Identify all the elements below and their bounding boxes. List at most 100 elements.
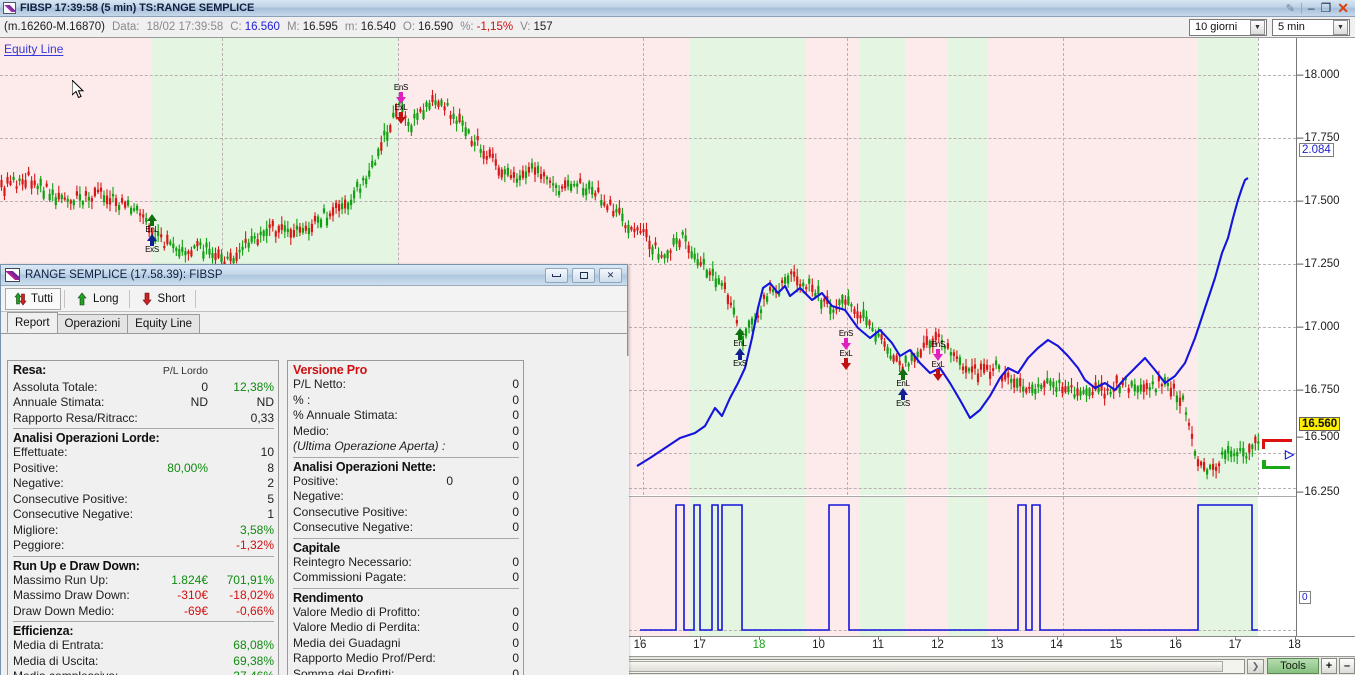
filter-button-long[interactable]: Long <box>68 288 126 310</box>
report-row: % Annuale Stimata: 0 <box>293 408 519 424</box>
chart-icon <box>5 268 20 282</box>
report-row-label: % Annuale Stimata: <box>293 408 398 422</box>
marker-label: EnL <box>733 339 747 348</box>
pl-lordo-header: P/L Lordo <box>162 365 208 377</box>
equity-line-label[interactable]: Equity Line <box>4 42 63 56</box>
report-row-value-2: 701,91% <box>226 572 274 587</box>
report-row: Massimo Draw Down: -310€ -18,02% <box>13 588 274 604</box>
report-window[interactable]: RANGE SEMPLICE (17.58.39): FIBSP ✕ Tutti <box>0 264 629 675</box>
price-axis[interactable]: 18.000 17.750 2.084 17.500 17.250 17.000… <box>1296 38 1355 636</box>
report-row-value-2: 8 <box>267 460 274 475</box>
report-tabs: Report Operazioni Equity Line <box>1 312 627 334</box>
report-row-label: Negative: <box>13 476 64 490</box>
timeframe-select-value: 5 min <box>1278 21 1305 33</box>
report-row: P/L Netto: 0 <box>293 377 519 393</box>
report-row: Positive: 80,00% 8 <box>13 461 274 477</box>
report-row: Negative: 2 <box>13 476 274 492</box>
report-row-label: Somma dei Profitti: <box>293 666 395 675</box>
report-row-value-1: 0 <box>446 473 453 488</box>
equity-value-badge: 2.084 <box>1299 143 1334 157</box>
report-row: Migliore: 3,58% <box>13 523 274 539</box>
chevron-down-icon[interactable]: ▼ <box>1250 19 1265 35</box>
report-toolbar: Tutti Long Short <box>1 286 627 312</box>
report-row: Positive: 0 0 <box>293 474 519 490</box>
report-row-value-1: 1.824€ <box>171 572 208 587</box>
report-row-value-2: 2 <box>267 476 274 490</box>
price-tick: 17.000 <box>1297 321 1355 333</box>
section-rendimento: Rendimento <box>293 590 364 605</box>
report-row: Valore Medio di Profitto: 0 <box>293 605 519 621</box>
report-row-value-2: 0 <box>512 554 519 569</box>
scroll-right-button[interactable]: ❯ <box>1247 658 1264 674</box>
target-level-marker <box>1262 460 1290 469</box>
report-row-value-2: 0 <box>512 439 519 453</box>
main-titlebar: FIBSP 17:39:58 (5 min) TS:RANGE SEMPLICE… <box>0 0 1355 17</box>
filter-button-short[interactable]: Short <box>133 288 193 310</box>
report-row-label: Rapporto Resa/Ritracc: <box>13 410 138 425</box>
indicator-zero-badge: 0 <box>1299 591 1311 604</box>
report-row: (Ultima Operazione Aperta) : 0 <box>293 439 519 455</box>
rows-pro: P/L Netto: 0% :0% Annuale Stimata: 0 Medio:… <box>293 377 519 455</box>
marker-label: EnS <box>393 83 409 92</box>
maximize-button[interactable]: ❐ <box>1321 2 1332 14</box>
report-row: Consecutive Negative: 1 <box>13 507 274 523</box>
report-row: Rapporto Resa/Ritracc: 0,33 <box>13 411 274 427</box>
tab-equity-line[interactable]: Equity Line <box>127 314 201 333</box>
filter-label-tutti: Tutti <box>31 292 53 305</box>
tools-button[interactable]: Tools <box>1267 658 1319 674</box>
section-capitale: Capitale <box>293 540 341 555</box>
report-row-label: Massimo Run Up: <box>13 572 109 587</box>
period-select-value: 10 giorni <box>1195 21 1238 33</box>
trade-marker-ens: EnS ExL <box>920 341 956 381</box>
stop-level-marker <box>1262 439 1292 449</box>
report-row-value-2: 0 <box>512 408 519 422</box>
report-row-label: Rapporto Medio Prof/Perd: <box>293 651 436 665</box>
time-tick-label: 18 <box>1288 639 1301 651</box>
report-row-value-2: 0 <box>512 377 519 391</box>
period-select[interactable]: 10 giorni ▼ <box>1189 18 1267 36</box>
filter-button-tutti[interactable]: Tutti <box>5 287 61 310</box>
price-tick: 16.250 <box>1297 486 1355 498</box>
time-tick-label: 14 <box>1050 639 1063 651</box>
report-row: Media complessiva: 37,46% <box>13 669 274 675</box>
report-column-net: Versione Pro P/L Netto: 0% :0% Annuale St… <box>287 360 524 675</box>
section-analisi-lorde: Analisi Operazioni Lorde: <box>13 431 160 445</box>
trade-marker-enl: EnL ExS <box>134 214 170 254</box>
minimize-button[interactable]: – <box>1308 2 1315 14</box>
zoom-in-button[interactable]: + <box>1321 658 1337 674</box>
chevron-down-icon[interactable]: ▼ <box>1333 19 1348 35</box>
rows-capitale: Reintegro Necessario: 0 Commissioni Pagate… <box>293 555 519 586</box>
rows-rendimento: Valore Medio di Profitto: 0 Valore Medio d… <box>293 605 519 675</box>
section-efficienza: Efficienza: <box>13 624 74 638</box>
report-close-button[interactable]: ✕ <box>599 267 622 283</box>
report-row-value-2: 0 <box>512 520 519 534</box>
report-row-label: Medio: <box>293 423 330 438</box>
close-button[interactable]: ✕ <box>1337 1 1349 15</box>
timeframe-select[interactable]: 5 min ▼ <box>1272 18 1350 36</box>
report-row: Somma dei Profitti: 0 <box>293 667 519 675</box>
report-row-value-1: -310€ <box>177 588 208 602</box>
report-maximize-button[interactable] <box>572 267 595 283</box>
minmax-range: (m.16260-M.16870) <box>4 21 105 33</box>
report-row-label: Massimo Draw Down: <box>13 588 130 602</box>
high-value: 16.595 <box>302 21 338 33</box>
report-row-value-2: 0 <box>512 504 519 519</box>
price-tick: 16.500 <box>1297 431 1355 443</box>
tab-operazioni[interactable]: Operazioni <box>56 314 129 333</box>
pencil-tool-icon[interactable]: ✎ <box>1286 2 1295 15</box>
report-row-value-2: 10 <box>260 445 274 459</box>
report-row: Consecutive Positive: 0 <box>293 505 519 521</box>
open-label: O: <box>402 21 416 33</box>
rows-analisi: Effettuate: 10 Positive: 80,00% 8 Negative: 2 C… <box>13 445 274 554</box>
report-row: Media di Uscita: 69,38% <box>13 654 274 670</box>
price-tick: 18.000 <box>1297 69 1355 81</box>
report-row-value-2: 0 <box>512 570 519 584</box>
report-row-label: Valore Medio di Profitto: <box>293 604 421 619</box>
tab-report[interactable]: Report <box>7 312 58 333</box>
time-tick-label: 16 <box>633 639 647 651</box>
report-row-label: Media dei Guadagni <box>293 635 401 650</box>
report-window-titlebar: RANGE SEMPLICE (17.58.39): FIBSP ✕ <box>1 265 627 286</box>
report-minimize-button[interactable] <box>545 267 568 283</box>
zoom-out-button[interactable]: – <box>1339 658 1355 674</box>
trade-marker-ens: EnS ExL <box>383 84 419 124</box>
